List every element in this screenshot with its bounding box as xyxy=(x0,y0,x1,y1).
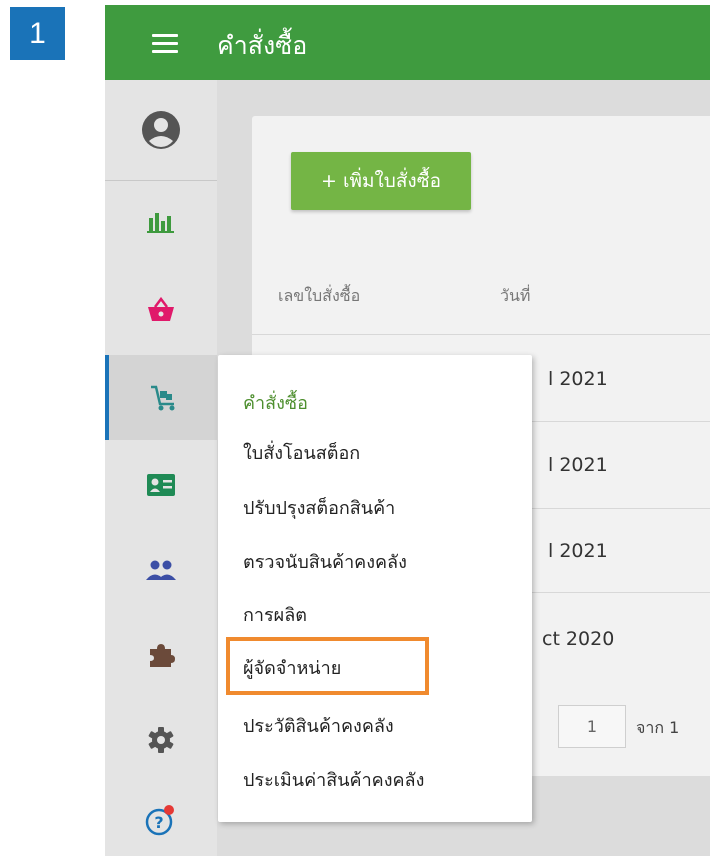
sidebar-item-addons[interactable] xyxy=(105,615,217,695)
people-icon xyxy=(146,560,176,580)
sidebar-divider xyxy=(105,180,217,181)
sidebar-item-inventory[interactable] xyxy=(105,355,217,440)
column-header-po-number: เลขใบสั่งซื้อ xyxy=(278,286,361,305)
menu-item-stock-transfer[interactable]: ใบสั่งโอนสต็อก xyxy=(243,438,360,467)
page-number-input[interactable]: 1 xyxy=(558,705,626,748)
menu-item-purchase-orders[interactable]: คำสั่งซื้อ xyxy=(243,388,308,417)
column-header-date: วันที่ xyxy=(500,286,531,305)
svg-text:?: ? xyxy=(154,813,163,832)
sidebar-item-sales[interactable] xyxy=(105,270,217,350)
top-app-bar: คำสั่งซื้อ xyxy=(105,5,710,80)
sidebar-item-reports[interactable] xyxy=(105,182,217,262)
add-purchase-order-button[interactable]: + เพิ่มใบสั่งซื้อ xyxy=(291,152,471,210)
table-row-date[interactable]: l 2021 xyxy=(548,454,608,476)
sidebar-item-contacts[interactable] xyxy=(105,445,217,525)
puzzle-icon xyxy=(150,644,175,667)
sidebar-item-profile[interactable] xyxy=(105,80,217,180)
gear-icon xyxy=(148,727,174,753)
analytics-chart-icon xyxy=(147,213,174,233)
page-title: คำสั่งซื้อ xyxy=(217,31,308,60)
table-divider xyxy=(252,334,710,335)
sidebar-item-settings[interactable] xyxy=(105,700,217,780)
table-row-date[interactable]: ct 2020 xyxy=(542,628,614,650)
table-row-date[interactable]: l 2021 xyxy=(548,540,608,562)
page-total-label: จาก 1 xyxy=(636,718,680,737)
sidebar-item-users[interactable] xyxy=(105,530,217,610)
table-row-date[interactable]: l 2021 xyxy=(548,368,608,390)
menu-item-stock-adjustment[interactable]: ปรับปรุงสต็อกสินค้า xyxy=(243,493,395,522)
user-profile-icon xyxy=(142,111,180,149)
menu-item-inventory-count[interactable]: ตรวจนับสินค้าคงคลัง xyxy=(243,547,407,576)
inventory-dropdown-menu: คำสั่งซื้อ ใบสั่งโอนสต็อก ปรับปรุงสต็อกส… xyxy=(218,355,532,822)
trolley-icon xyxy=(151,385,175,410)
menu-item-production[interactable]: การผลิต xyxy=(243,600,307,629)
contact-card-icon xyxy=(147,474,175,496)
menu-item-inventory-history[interactable]: ประวัติสินค้าคงคลัง xyxy=(243,711,394,740)
app-window: คำสั่งซื้อ ? + เพิ่มใบสั่งซื้อ เลขใบสั่ง… xyxy=(105,5,710,856)
step-number-badge: 1 xyxy=(10,7,65,60)
help-icon: ? xyxy=(145,805,174,836)
sidebar: ? xyxy=(105,80,217,856)
shopping-basket-icon xyxy=(148,297,174,321)
hamburger-menu-icon[interactable] xyxy=(152,34,178,54)
highlight-box xyxy=(226,637,429,695)
sidebar-item-help[interactable]: ? xyxy=(105,785,217,855)
menu-item-inventory-valuation[interactable]: ประเมินค่าสินค้าคงคลัง xyxy=(243,765,424,794)
